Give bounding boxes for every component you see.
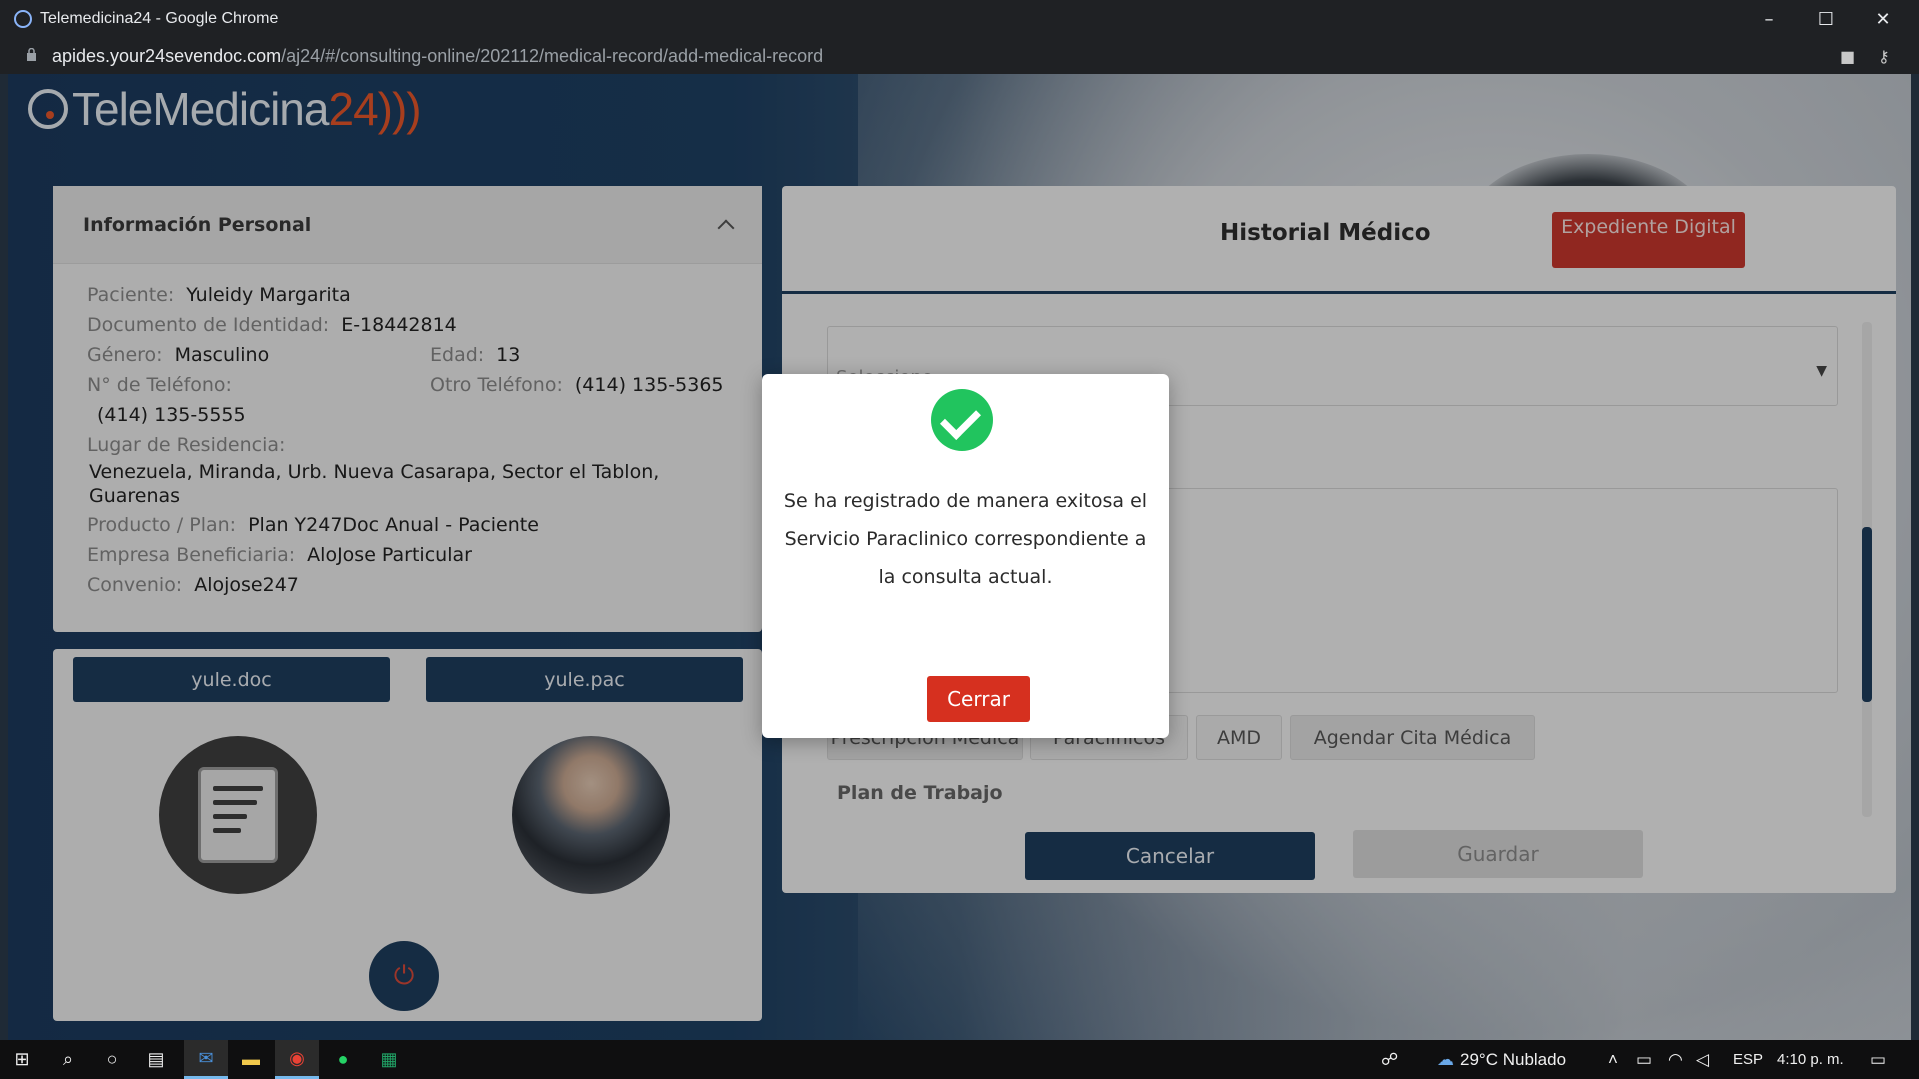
people-icon[interactable]: ☍: [1381, 1040, 1398, 1079]
weather-text: 29°C Nublado: [1460, 1049, 1567, 1069]
maximize-button[interactable]: ☐: [1797, 0, 1855, 38]
success-check-icon: [931, 389, 993, 451]
task-view-icon[interactable]: ▤: [134, 1040, 178, 1079]
lock-icon: [27, 48, 36, 61]
wifi-icon[interactable]: ◠: [1668, 1040, 1683, 1079]
volume-icon[interactable]: ◁: [1696, 1040, 1709, 1079]
weather-widget[interactable]: ☁ 29°C Nublado: [1437, 1040, 1566, 1079]
key-icon[interactable]: ⚷: [1878, 47, 1890, 66]
windows-taskbar: ⊞ ⌕ ○ ▤ ✉ ▬ ◉ ● ▦ ☍ ☁ 29°C Nublado ˄ ▭ ◠ …: [0, 1040, 1919, 1079]
success-modal: Se ha registrado de manera exitosa el Se…: [762, 374, 1169, 738]
clock[interactable]: 4:10 p. m.: [1777, 1040, 1844, 1079]
excel-icon[interactable]: ▦: [367, 1040, 411, 1079]
camera-icon[interactable]: ■: [1840, 47, 1855, 66]
outlook-icon[interactable]: ✉: [184, 1040, 228, 1079]
minimize-button[interactable]: –: [1740, 0, 1798, 38]
chrome-icon[interactable]: ◉: [275, 1040, 319, 1079]
page-viewport: TeleMedicina 24))) Información Personal P…: [8, 74, 1911, 1040]
battery-icon[interactable]: ▭: [1636, 1040, 1652, 1079]
cortana-icon[interactable]: ○: [90, 1040, 134, 1079]
windows-start-icon[interactable]: ⊞: [0, 1040, 44, 1079]
search-icon[interactable]: ⌕: [46, 1040, 90, 1079]
window-title: Telemedicina24 - Google Chrome: [40, 10, 279, 27]
cloud-icon: ☁: [1437, 1049, 1454, 1069]
success-message: Se ha registrado de manera exitosa el Se…: [783, 490, 1148, 588]
cerrar-button[interactable]: Cerrar: [927, 676, 1030, 722]
telemedicina-app-icon: [14, 10, 32, 28]
whatsapp-icon[interactable]: ●: [321, 1040, 365, 1079]
address-bar[interactable]: apides.your24sevendoc.com/aj24/#/consult…: [0, 38, 1919, 74]
chevron-up-tray-icon[interactable]: ˄: [1608, 1040, 1618, 1079]
browser-titlebar: Telemedicina24 - Google Chrome – ☐ ✕: [0, 0, 1919, 38]
url-text[interactable]: apides.your24sevendoc.com/aj24/#/consult…: [52, 46, 823, 67]
language-indicator[interactable]: ESP: [1733, 1040, 1763, 1079]
close-window-button[interactable]: ✕: [1854, 0, 1912, 38]
notifications-icon[interactable]: ▭: [1870, 1040, 1886, 1079]
file-explorer-icon[interactable]: ▬: [229, 1040, 273, 1079]
